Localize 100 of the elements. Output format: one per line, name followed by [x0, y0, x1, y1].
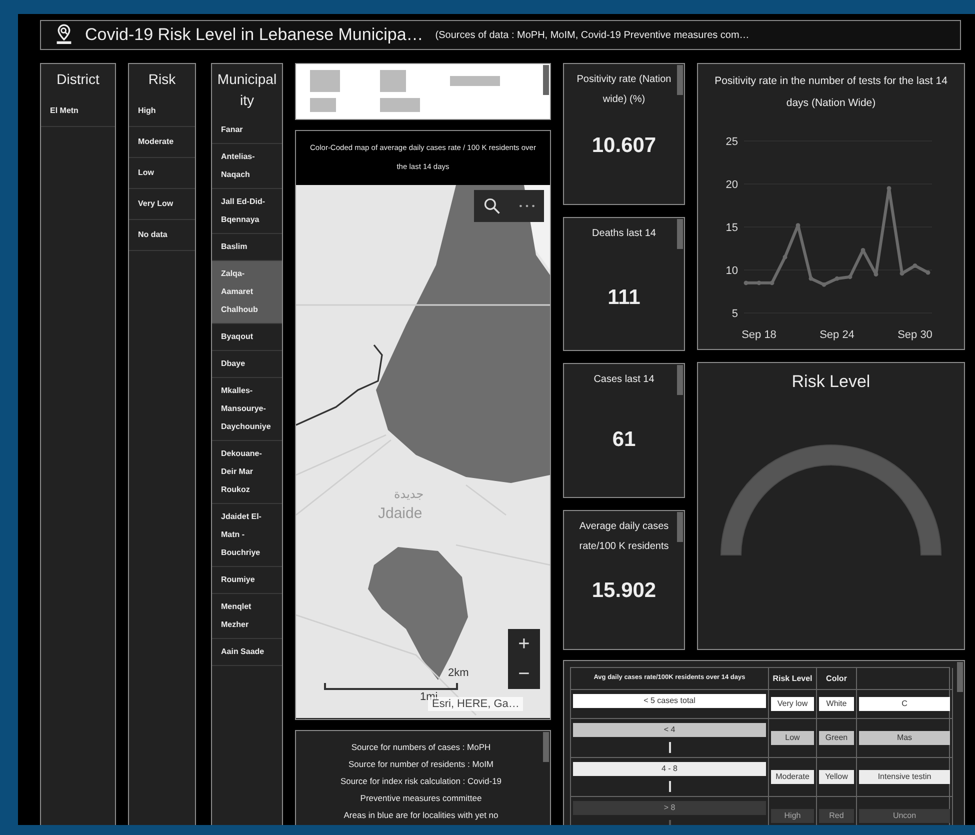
table-cell: Mas [859, 731, 950, 745]
list-item[interactable]: Dbaye [212, 351, 282, 378]
list-item[interactable]: Roumiye [212, 567, 282, 594]
source-note: Source for index risk calculation : Covid-19 [339, 775, 503, 788]
table-cell: White [819, 697, 854, 711]
chart-point [900, 271, 904, 276]
logo-placeholder [310, 98, 336, 112]
list-item[interactable]: Low [129, 158, 195, 189]
chart-point [886, 186, 892, 190]
range-label: < 5 cases total [573, 694, 766, 708]
table-cell: Yellow [819, 770, 854, 784]
list-item[interactable]: Byaqout [212, 324, 282, 351]
list-item[interactable]: Antelias-Naqach [212, 144, 282, 189]
kpi-title: Average daily cases rate/100 K residents [578, 520, 670, 554]
scale-label: 2km [448, 667, 469, 679]
logo-placeholder [380, 98, 420, 112]
list-item[interactable]: Very Low [129, 189, 195, 220]
scrollbar[interactable] [677, 365, 683, 395]
axis-tick-label: 20 [726, 179, 738, 191]
list-item[interactable]: Mkalles-Mansourye-Daychouniye [212, 378, 282, 441]
list-title: Risk [147, 70, 177, 89]
list-item[interactable]: High [129, 96, 195, 127]
axis-tick-label: 25 [726, 136, 738, 148]
kpi-title: Cases last 14 [592, 373, 656, 387]
table-cell: C [859, 697, 950, 711]
chart-point [874, 272, 878, 276]
source-note: Source for number of residents : MoIM [347, 758, 495, 771]
axis-tick-label: 5 [732, 308, 738, 320]
kpi-title: Deaths last 14 [591, 227, 657, 241]
chart-point [926, 270, 930, 275]
list-item[interactable]: Fanar [212, 117, 282, 144]
range-label: < 4 [573, 723, 766, 737]
chart-point [770, 280, 774, 286]
kpi-value: 15.902 [590, 579, 658, 603]
axis-tick-label: 15 [726, 222, 738, 234]
place-label: Jdaide [378, 505, 422, 522]
range-label: 4 - 8 [573, 762, 766, 776]
axis-tick-label: 10 [726, 265, 738, 277]
scrollbar[interactable] [677, 219, 683, 249]
source-note: Source for numbers of cases : MoPH [350, 741, 492, 754]
search-icon[interactable] [482, 197, 500, 215]
table-cell: Very low [771, 697, 814, 711]
place-label: جديدة [394, 487, 424, 501]
list-item[interactable]: Jdaidet El-Matn - Bouchriye [212, 504, 282, 567]
list-item[interactable]: Aain Saade [212, 639, 282, 666]
list-title: District [56, 70, 100, 89]
kpi-title: Positivity rate (Nation wide) (%) [576, 73, 672, 107]
zoom-in-button[interactable]: + [508, 629, 540, 659]
kpi-value: 10.607 [590, 134, 658, 158]
axis-tick-label: Sep 24 [820, 329, 854, 341]
list-item[interactable]: No data [129, 220, 195, 251]
chart-point [756, 280, 762, 286]
scrollbar[interactable] [543, 732, 549, 762]
scrollbar[interactable] [957, 662, 963, 692]
list-item[interactable]: Jall Ed-Did-Bqennaya [212, 189, 282, 234]
logo-placeholder [450, 76, 500, 86]
source-note: Preventive measures committee [359, 792, 483, 805]
dashboard-subtitle: (Sources of data : MoPH, MoIM, Covid-19 Preventive measures com… [435, 30, 750, 40]
table-cell: Uncon [859, 809, 950, 823]
column-header: Color [817, 668, 857, 690]
list-item[interactable]: Zalqa-Aamaret Chalhoub [212, 261, 282, 324]
logo-placeholder [310, 70, 340, 92]
tick-mark [668, 742, 670, 753]
logo-placeholder [380, 70, 406, 92]
list-title: Municipality [216, 70, 278, 110]
chart-point [848, 274, 852, 280]
dashboard-title: Covid-19 Risk Level in Lebanese Municipa… [85, 25, 424, 45]
scrollbar[interactable] [677, 65, 683, 95]
list-item[interactable]: Moderate [129, 127, 195, 158]
source-note: Areas in blue are for localities with yet no [342, 809, 500, 822]
table-cell: Green [819, 731, 854, 745]
list-item[interactable]: El Metn [41, 96, 115, 127]
chart-point [808, 276, 814, 281]
chart-point [822, 282, 826, 287]
chart-point [782, 254, 788, 260]
axis-tick-label: Sep 18 [742, 329, 776, 341]
chart-point [912, 264, 918, 268]
gauge-title: Risk Level [790, 371, 872, 392]
zoom-out-button[interactable]: − [508, 659, 540, 689]
table-cell: Intensive testin [859, 770, 950, 784]
chart-point [834, 276, 840, 281]
scrollbar[interactable] [677, 512, 683, 542]
table-cell: Moderate [771, 770, 814, 784]
kpi-value: 111 [606, 286, 642, 310]
list-item[interactable]: Menqlet Mezher [212, 594, 282, 639]
chart-title: Positivity rate in the number of tests for the last 14 days (Nation Wide) [714, 74, 948, 111]
chart-point [744, 280, 748, 286]
range-label: > 8 [573, 801, 766, 815]
table-cell: Low [771, 731, 814, 745]
location-search-icon [55, 24, 73, 46]
axis-tick-label: Sep 30 [898, 329, 932, 341]
list-item[interactable]: Dekouane-Deir Mar Roukoz [212, 441, 282, 504]
chart-point [796, 223, 800, 228]
tick-mark [668, 781, 670, 792]
table-cell: Red [819, 809, 854, 823]
more-icon[interactable] [518, 203, 536, 209]
table-cell: High [771, 809, 814, 823]
chart-point [860, 248, 866, 252]
scrollbar[interactable] [543, 65, 549, 95]
kpi-value: 61 [611, 428, 637, 452]
